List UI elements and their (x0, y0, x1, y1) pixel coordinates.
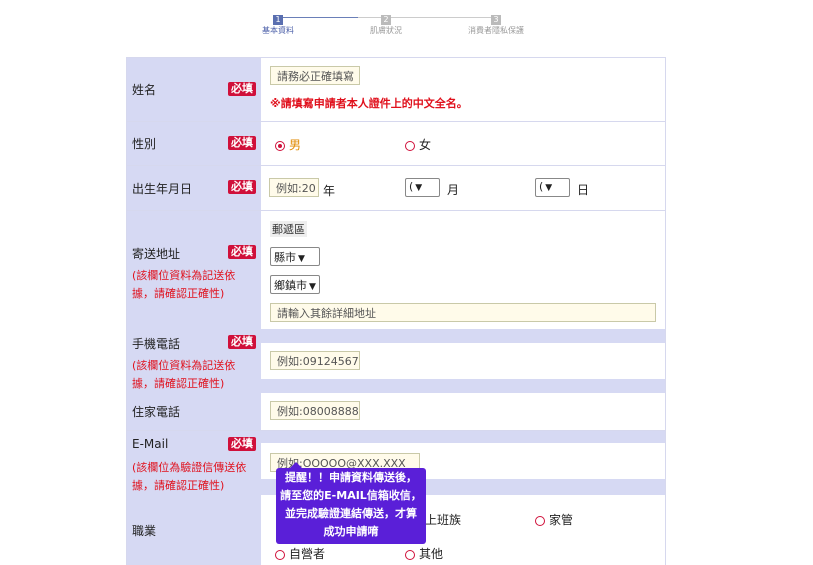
field-label: 性別 必填 (127, 122, 261, 165)
address-note: (該欄位資料為記送依據，請確認正確性) (132, 269, 236, 300)
name-cell: 請務必正確填寫 ※請填寫申請者本人證件上的中文全名。 (261, 58, 665, 121)
tooltip-line: 提醒！！申請資料傳送後， (285, 471, 417, 484)
job-option-other[interactable]: 其他 (405, 545, 443, 562)
progress-stepper: 1 基本資料 2 肌膚狀況 3 消費者隱私保護 (250, 11, 530, 35)
day-unit: 日 (577, 183, 590, 197)
address-detail-input[interactable]: 請輸入其餘詳細地址 (270, 303, 656, 322)
required-badge: 必填 (228, 245, 256, 259)
radio-unchecked-icon[interactable] (275, 549, 285, 560)
email-label: E-Mail (132, 437, 169, 451)
address-cell: 郵遞區 縣市 ▼ 鄉鎮市 ▼ 請輸入其餘詳細地址 (261, 211, 665, 329)
row-home-phone: 住家電話 例如:08008888 (127, 393, 665, 430)
mobile-label: 手機電話 (132, 337, 181, 351)
birthday-cell: 例如:20 年 (▼ 月 (▼ 日 (261, 166, 665, 210)
step-basic-info: 1 基本資料 (238, 11, 318, 36)
field-label: 出生年月日 必填 (127, 166, 261, 210)
job-label: 職業 (132, 523, 157, 538)
radio-checked-icon[interactable] (275, 140, 285, 151)
required-badge: 必填 (228, 82, 256, 96)
email-note: (該欄位為驗證信傳送依據，請確認正確性) (132, 461, 247, 492)
radio-unchecked-icon[interactable] (405, 549, 415, 560)
row-birthday: 出生年月日 必填 例如:20 年 (▼ 月 (▼ 日 (127, 165, 665, 210)
field-label: 寄送地址 必填 (該欄位資料為記送依據，請確認正確性) (127, 211, 261, 329)
gender-cell: 男 女 (261, 122, 665, 165)
mobile-cell: 例如:0912456789 (261, 329, 665, 393)
gender-male-label: 男 (289, 138, 302, 152)
radio-unchecked-icon[interactable] (405, 140, 415, 151)
row-gender: 性別 必填 男 女 (127, 121, 665, 165)
birth-month-select[interactable]: (▼ (405, 178, 440, 197)
step-number: 2 (381, 15, 391, 25)
required-badge: 必填 (228, 335, 256, 349)
field-label: 職業 (127, 495, 261, 565)
row-address: 寄送地址 必填 (該欄位資料為記送依據，請確認正確性) 郵遞區 縣市 ▼ 鄉鎮市 ▼… (127, 210, 665, 329)
job-option-self-employed[interactable]: 自營者 (275, 545, 325, 562)
chevron-down-icon: ▼ (309, 282, 316, 292)
radio-unchecked-icon[interactable] (535, 515, 545, 526)
chevron-down-icon: ▼ (545, 183, 553, 193)
row-mobile: 手機電話 必填 (該欄位資料為記送依據，請確認正確性) 例如:091245678… (127, 329, 665, 393)
step-privacy: 3 消費者隱私保護 (456, 11, 536, 36)
home-phone-input[interactable]: 例如:08008888 (270, 401, 360, 420)
zip-code-field[interactable]: 郵遞區 (270, 221, 307, 237)
home-phone-cell: 例如:08008888 (261, 393, 665, 430)
gender-female-label: 女 (419, 138, 432, 152)
county-value: 縣市 (274, 251, 296, 264)
mobile-note: (該欄位資料為記送依據，請確認正確性) (132, 359, 236, 390)
gender-option-female[interactable]: 女 (405, 136, 431, 153)
job-self-employed-label: 自營者 (289, 547, 326, 561)
row-name: 姓名 必填 請務必正確填寫 ※請填寫申請者本人證件上的中文全名。 (127, 57, 665, 121)
job-option-housekeeper[interactable]: 家管 (535, 511, 573, 528)
month-unit: 月 (447, 183, 460, 197)
birth-year-input[interactable]: 例如:20 (269, 178, 319, 197)
email-reminder-tooltip: 提醒！！申請資料傳送後， 請至您的E-MAIL信箱收信， 並完成驗證連結傳送，才… (276, 468, 426, 544)
required-badge: 必填 (228, 180, 256, 194)
town-select[interactable]: 鄉鎮市 ▼ (270, 275, 320, 294)
step-label: 肌膚狀況 (370, 26, 402, 35)
month-value: ( (409, 180, 414, 193)
county-select[interactable]: 縣市 ▼ (270, 247, 320, 266)
step-number: 3 (491, 15, 501, 25)
chevron-down-icon: ▼ (298, 254, 305, 264)
job-office-label: 上班族 (425, 513, 462, 527)
year-unit: 年 (323, 184, 336, 198)
job-housekeeper-label: 家管 (549, 513, 574, 527)
tooltip-line: 並完成驗證連結傳送，才算 (285, 507, 417, 520)
home-phone-label: 住家電話 (132, 405, 181, 419)
mobile-input[interactable]: 例如:0912456789 (270, 351, 360, 370)
field-label: E-Mail 必填 (該欄位為驗證信傳送依據，請確認正確性) (127, 431, 261, 495)
required-badge: 必填 (228, 437, 256, 451)
field-label: 住家電話 (127, 393, 261, 430)
step-skin-status: 2 肌膚狀況 (346, 11, 426, 36)
step-label: 消費者隱私保護 (468, 26, 524, 35)
name-note: ※請填寫申請者本人證件上的中文全名。 (270, 97, 468, 110)
job-other-label: 其他 (419, 547, 444, 561)
field-label: 姓名 必填 (127, 58, 261, 121)
day-value: ( (539, 180, 544, 193)
address-label: 寄送地址 (132, 247, 181, 261)
town-value: 鄉鎮市 (274, 279, 307, 292)
field-label: 手機電話 必填 (該欄位資料為記送依據，請確認正確性) (127, 329, 261, 393)
required-badge: 必填 (228, 136, 256, 150)
step-number: 1 (273, 15, 283, 25)
step-label: 基本資料 (262, 26, 294, 35)
tooltip-line: 成功申請唷 (323, 525, 379, 538)
gender-option-male[interactable]: 男 (275, 136, 301, 153)
chevron-down-icon: ▼ (415, 183, 423, 193)
tooltip-line: 請至您的E-MAIL信箱收信， (280, 489, 422, 502)
birth-day-select[interactable]: (▼ (535, 178, 570, 197)
name-input[interactable]: 請務必正確填寫 (270, 66, 360, 85)
